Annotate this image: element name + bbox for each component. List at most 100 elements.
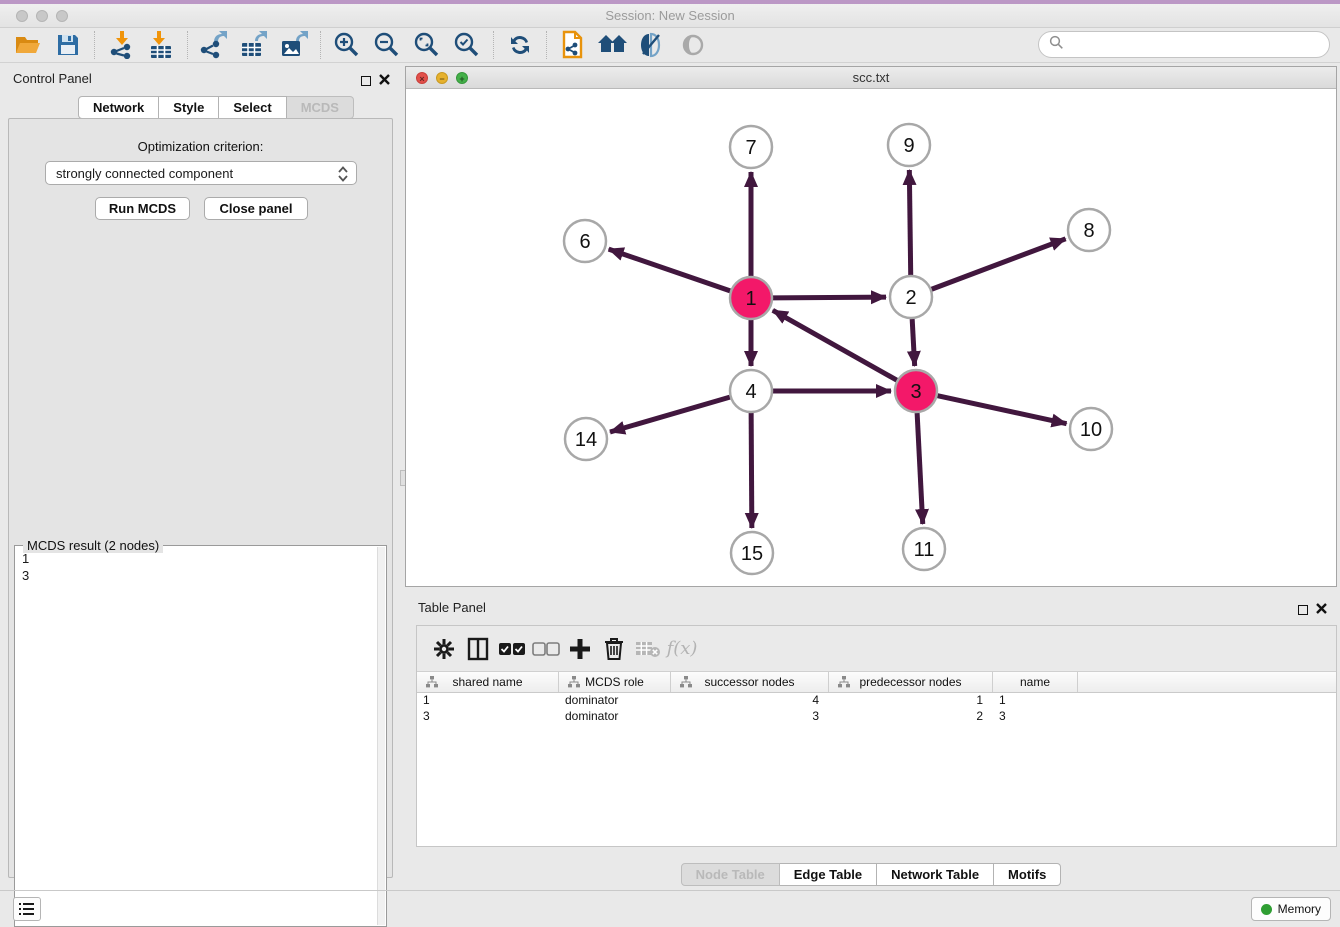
svg-text:7: 7 — [745, 137, 756, 159]
cell[interactable]: dominator — [559, 709, 671, 725]
import-network-icon[interactable] — [104, 30, 138, 60]
delete-table-icon[interactable] — [631, 633, 665, 665]
cell[interactable]: 1 — [993, 693, 1078, 709]
cell[interactable]: 1 — [829, 693, 993, 709]
zoom-in-icon[interactable] — [330, 30, 364, 60]
memory-button[interactable]: Memory — [1251, 897, 1331, 921]
node-6[interactable]: 6 — [564, 220, 606, 262]
zoom-out-icon[interactable] — [370, 30, 404, 60]
tab-select[interactable]: Select — [219, 96, 286, 119]
maximize-window-icon[interactable] — [56, 10, 68, 22]
edge-2-8[interactable] — [932, 239, 1066, 289]
gear-icon[interactable] — [427, 633, 461, 665]
save-session-icon[interactable] — [51, 30, 85, 60]
edge-2-9[interactable] — [909, 170, 910, 275]
column-layout-icon[interactable] — [461, 633, 495, 665]
minimize-view-icon[interactable]: − — [436, 72, 448, 84]
select-all-icon[interactable] — [495, 633, 529, 665]
column-label: MCDS role — [585, 675, 644, 689]
network-window-titlebar[interactable]: × − + scc.txt — [406, 67, 1336, 89]
cell[interactable]: dominator — [559, 693, 671, 709]
column-header-MCDS-role[interactable]: MCDS role — [559, 672, 671, 692]
optimization-criterion-select[interactable]: strongly connected component — [45, 161, 357, 185]
tab-mcds[interactable]: MCDS — [287, 96, 354, 119]
node-11[interactable]: 11 — [903, 528, 945, 570]
node-15[interactable]: 15 — [731, 532, 773, 574]
node-2[interactable]: 2 — [890, 276, 932, 318]
refresh-icon[interactable] — [503, 30, 537, 60]
show-graphics-details-icon[interactable] — [636, 30, 670, 60]
edge-3-11[interactable] — [917, 413, 923, 524]
edge-3-1[interactable] — [773, 310, 897, 380]
tab-network-table[interactable]: Network Table — [877, 863, 994, 886]
deselect-all-icon[interactable] — [529, 633, 563, 665]
export-table-icon[interactable] — [237, 30, 271, 60]
clone-network-icon[interactable] — [556, 30, 590, 60]
cell[interactable]: 4 — [671, 693, 829, 709]
home-icon[interactable] — [596, 30, 630, 60]
task-history-button[interactable] — [13, 897, 41, 921]
node-7[interactable]: 7 — [730, 126, 772, 168]
network-graph[interactable]: 7 9 6 8 1 2 4 3 14 10 15 11 — [406, 89, 1336, 586]
edge-3-10[interactable] — [937, 396, 1066, 424]
minimize-window-icon[interactable] — [36, 10, 48, 22]
table-row[interactable]: 1dominator411 — [417, 693, 1336, 709]
scrollbar[interactable] — [377, 547, 385, 925]
close-window-icon[interactable] — [16, 10, 28, 22]
zoom-fit-icon[interactable] — [410, 30, 444, 60]
node-8[interactable]: 8 — [1068, 209, 1110, 251]
column-header-predecessor-nodes[interactable]: predecessor nodes — [829, 672, 993, 692]
edge-4-14[interactable] — [610, 397, 730, 432]
open-file-icon[interactable] — [11, 30, 45, 60]
status-bar: Memory — [0, 890, 1340, 926]
tab-network[interactable]: Network — [78, 96, 159, 119]
node-1[interactable]: 1 — [730, 277, 772, 319]
node-14[interactable]: 14 — [565, 418, 607, 460]
column-header-shared-name[interactable]: shared name — [417, 672, 559, 692]
tab-node-table[interactable]: Node Table — [681, 863, 780, 886]
edge-4-15[interactable] — [751, 413, 752, 528]
cell[interactable]: 1 — [417, 693, 559, 709]
function-builder-icon[interactable]: f(x) — [665, 633, 699, 665]
eye-icon[interactable] — [676, 30, 710, 60]
close-view-icon[interactable]: × — [416, 72, 428, 84]
close-panel-icon[interactable] — [379, 72, 390, 90]
column-label: predecessor nodes — [859, 675, 961, 689]
node-4[interactable]: 4 — [730, 370, 772, 412]
cell[interactable]: 3 — [671, 709, 829, 725]
edge-2-3[interactable] — [912, 319, 915, 366]
edge-1-2[interactable] — [773, 297, 886, 298]
svg-text:11: 11 — [914, 539, 935, 561]
run-mcds-button[interactable]: Run MCDS — [95, 197, 190, 220]
cell[interactable]: 2 — [829, 709, 993, 725]
export-image-icon[interactable] — [277, 30, 311, 60]
tab-edge-table[interactable]: Edge Table — [780, 863, 877, 886]
maximize-view-icon[interactable]: + — [456, 72, 468, 84]
toolbar-search[interactable] — [1038, 31, 1330, 58]
cell[interactable]: 3 — [993, 709, 1078, 725]
mcds-result-text[interactable]: 1 3 — [16, 548, 377, 924]
float-panel-icon[interactable] — [361, 76, 371, 86]
optimization-criterion-label: Optimization criterion: — [9, 139, 392, 154]
column-header-successor-nodes[interactable]: successor nodes — [671, 672, 829, 692]
float-panel-icon[interactable] — [1298, 605, 1308, 615]
tab-motifs[interactable]: Motifs — [994, 863, 1061, 886]
node-10[interactable]: 10 — [1070, 408, 1112, 450]
zoom-selected-icon[interactable] — [450, 30, 484, 60]
table-row[interactable]: 3dominator323 — [417, 709, 1336, 725]
tab-style[interactable]: Style — [159, 96, 219, 119]
close-panel-icon[interactable] — [1316, 601, 1327, 619]
node-9[interactable]: 9 — [888, 124, 930, 166]
node-3[interactable]: 3 — [895, 370, 937, 412]
column-header-name[interactable]: name — [993, 672, 1078, 692]
add-column-icon[interactable] — [563, 633, 597, 665]
network-canvas[interactable]: 7 9 6 8 1 2 4 3 14 10 15 11 — [406, 89, 1336, 586]
import-table-icon[interactable] — [144, 30, 178, 60]
export-network-icon[interactable] — [197, 30, 231, 60]
delete-icon[interactable] — [597, 633, 631, 665]
search-input[interactable] — [1070, 37, 1329, 52]
close-panel-button[interactable]: Close panel — [204, 197, 308, 220]
edge-1-6[interactable] — [609, 249, 731, 291]
svg-text:1: 1 — [745, 288, 756, 310]
cell[interactable]: 3 — [417, 709, 559, 725]
